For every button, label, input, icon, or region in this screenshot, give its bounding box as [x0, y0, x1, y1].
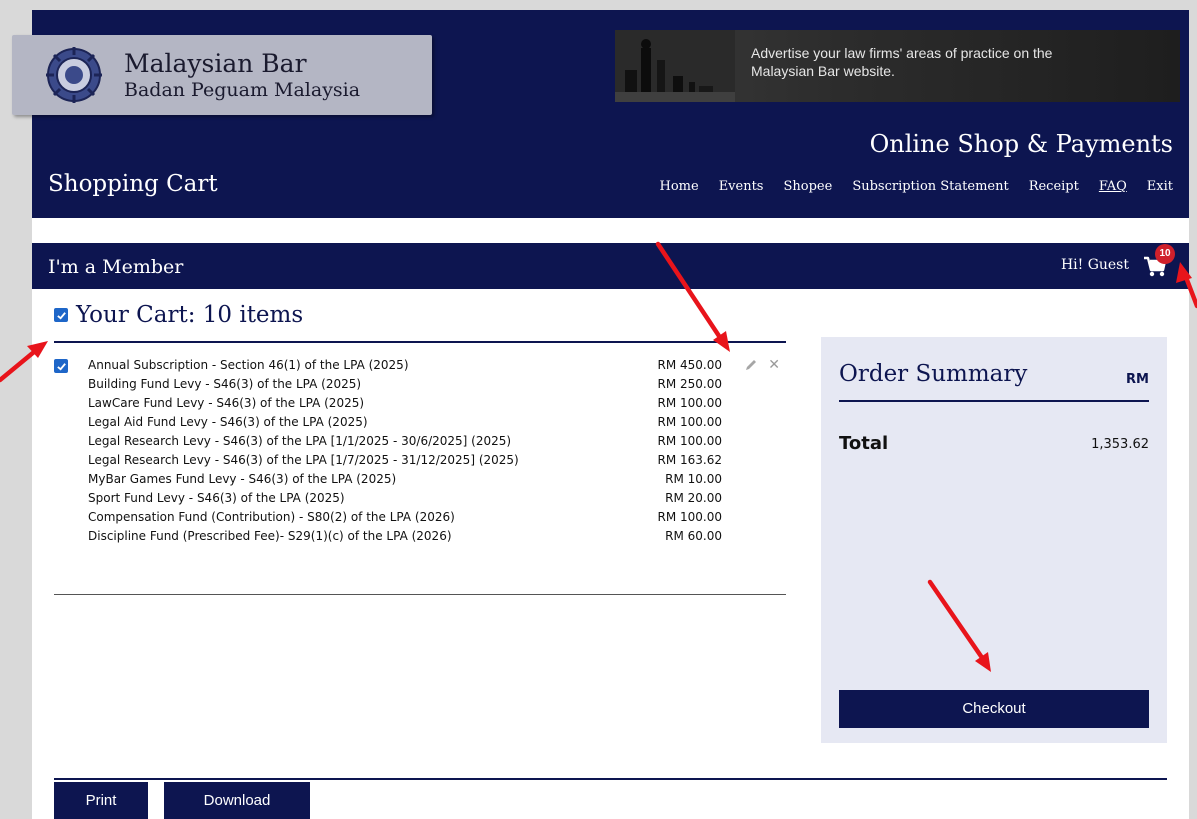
cart-item: Legal Research Levy - S46(3) of the LPA …	[54, 433, 794, 452]
item-name: Legal Aid Fund Levy - S46(3) of the LPA …	[88, 415, 368, 429]
cart-item: Legal Research Levy - S46(3) of the LPA …	[54, 452, 794, 471]
order-summary: Order Summary RM Total 1,353.62 Checkout	[821, 337, 1167, 743]
currency-label: RM	[1126, 372, 1149, 387]
member-title: I'm a Member	[48, 256, 184, 278]
item-price: RM 100.00	[657, 434, 723, 448]
cart-heading: Your Cart: 10 items	[54, 302, 303, 328]
page-title: Shopping Cart	[48, 171, 218, 197]
checkbox-icon	[56, 362, 66, 371]
divider	[54, 594, 786, 595]
cart-item: MyBar Games Fund Levy - S46(3) of the LP…	[54, 471, 794, 490]
total-label: Total	[839, 433, 889, 454]
cart-item: Legal Aid Fund Levy - S46(3) of the LPA …	[54, 414, 794, 433]
cart-item: Sport Fund Levy - S46(3) of the LPA (202…	[54, 490, 794, 509]
cart-item-list: Annual Subscription - Section 46(1) of t…	[54, 357, 794, 547]
item-name: Legal Research Levy - S46(3) of the LPA …	[88, 453, 519, 467]
site-logo[interactable]: Malaysian Bar Badan Peguam Malaysia	[12, 35, 432, 115]
item-name: Building Fund Levy - S46(3) of the LPA (…	[88, 377, 362, 391]
cart-heading-label: Your Cart: 10 items	[76, 302, 304, 328]
divider	[839, 400, 1149, 402]
item-name: Discipline Fund (Prescribed Fee)- S29(1)…	[88, 529, 452, 543]
item-price: RM 450.00	[657, 358, 723, 372]
print-button[interactable]: Print	[54, 782, 148, 819]
close-icon[interactable]: ✕	[768, 357, 780, 373]
ad-image	[615, 30, 735, 102]
nav-faq[interactable]: FAQ	[1099, 179, 1127, 194]
item-name: Annual Subscription - Section 46(1) of t…	[88, 358, 409, 372]
download-button[interactable]: Download	[164, 782, 310, 819]
item-price: RM 163.62	[657, 453, 723, 467]
item-price: RM 250.00	[657, 377, 723, 391]
item-price: RM 100.00	[657, 510, 723, 524]
nav-receipt[interactable]: Receipt	[1029, 179, 1079, 194]
page: Malaysian Bar Badan Peguam Malaysia Adve…	[12, 10, 1189, 819]
divider	[54, 778, 1167, 780]
checkbox-icon	[56, 311, 66, 320]
main-nav: Home Events Shopee Subscription Statemen…	[660, 179, 1174, 194]
bar-emblem-icon	[46, 47, 102, 103]
cart-item: LawCare Fund Levy - S46(3) of the LPA (2…	[54, 395, 794, 414]
item-name: Sport Fund Levy - S46(3) of the LPA (202…	[88, 491, 345, 505]
item-name: MyBar Games Fund Levy - S46(3) of the LP…	[88, 472, 397, 486]
org-subname: Badan Peguam Malaysia	[124, 79, 361, 101]
select-all-checkbox[interactable]	[54, 308, 68, 322]
site-header: Malaysian Bar Badan Peguam Malaysia Adve…	[12, 10, 1189, 218]
user-greeting[interactable]: Hi! Guest	[1061, 257, 1129, 273]
item-price: RM 60.00	[665, 529, 722, 543]
cart-count-badge: 10	[1155, 244, 1175, 264]
nav-home[interactable]: Home	[660, 179, 699, 194]
shop-title: Online Shop & Payments	[869, 130, 1173, 158]
checkout-button[interactable]: Checkout	[839, 690, 1149, 728]
nav-shopee[interactable]: Shopee	[783, 179, 832, 194]
item-name: Compensation Fund (Contribution) - S80(2…	[88, 510, 455, 524]
nav-exit[interactable]: Exit	[1147, 179, 1173, 194]
cart-item: Building Fund Levy - S46(3) of the LPA (…	[54, 376, 794, 395]
item-price: RM 20.00	[665, 491, 722, 505]
item-checkbox[interactable]	[54, 359, 68, 373]
member-bar: I'm a Member Hi! Guest 10	[32, 243, 1189, 289]
divider	[54, 341, 786, 343]
item-name: LawCare Fund Levy - S46(3) of the LPA (2…	[88, 396, 365, 410]
item-price: RM 100.00	[657, 415, 723, 429]
pencil-icon[interactable]	[744, 358, 758, 372]
item-price: RM 10.00	[665, 472, 722, 486]
item-price: RM 100.00	[657, 396, 723, 410]
cart-item: Annual Subscription - Section 46(1) of t…	[54, 357, 794, 376]
nav-subscription-statement[interactable]: Subscription Statement	[852, 179, 1008, 194]
cart-item: Discipline Fund (Prescribed Fee)- S29(1)…	[54, 528, 794, 547]
cart-item: Compensation Fund (Contribution) - S80(2…	[54, 509, 794, 528]
item-name: Legal Research Levy - S46(3) of the LPA …	[88, 434, 512, 448]
nav-events[interactable]: Events	[719, 179, 764, 194]
ad-text: Advertise your law firms' areas of pract…	[751, 45, 1053, 79]
org-name: Malaysian Bar	[124, 49, 307, 78]
summary-title: Order Summary	[839, 361, 1028, 387]
total-value: 1,353.62	[1091, 437, 1149, 452]
ad-banner[interactable]: Advertise your law firms' areas of pract…	[615, 30, 1180, 102]
